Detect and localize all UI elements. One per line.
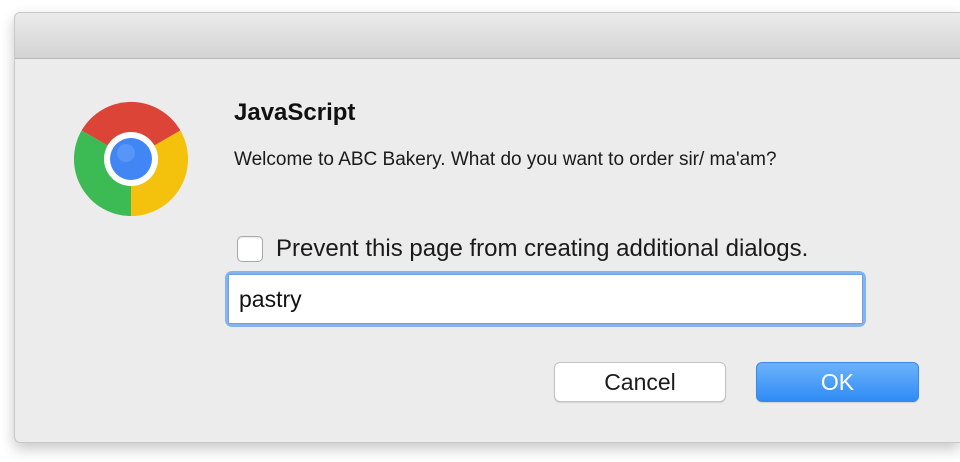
dialog-message: Welcome to ABC Bakery. What do you want … xyxy=(234,149,777,170)
cancel-button[interactable]: Cancel xyxy=(554,362,726,402)
prevent-dialogs-label[interactable]: Prevent this page from creating addition… xyxy=(276,235,808,263)
dialog-titlebar[interactable] xyxy=(15,13,960,59)
chrome-logo-icon xyxy=(71,99,191,219)
dialog-title: JavaScript xyxy=(234,99,356,126)
prompt-dialog: JavaScript Welcome to ABC Bakery. What d… xyxy=(14,12,960,443)
ok-button[interactable]: OK xyxy=(756,362,919,402)
prevent-dialogs-option[interactable]: Prevent this page from creating addition… xyxy=(237,233,808,265)
prevent-dialogs-checkbox[interactable] xyxy=(237,236,263,262)
prompt-input[interactable] xyxy=(228,274,863,324)
prompt-input-wrapper xyxy=(228,274,863,324)
